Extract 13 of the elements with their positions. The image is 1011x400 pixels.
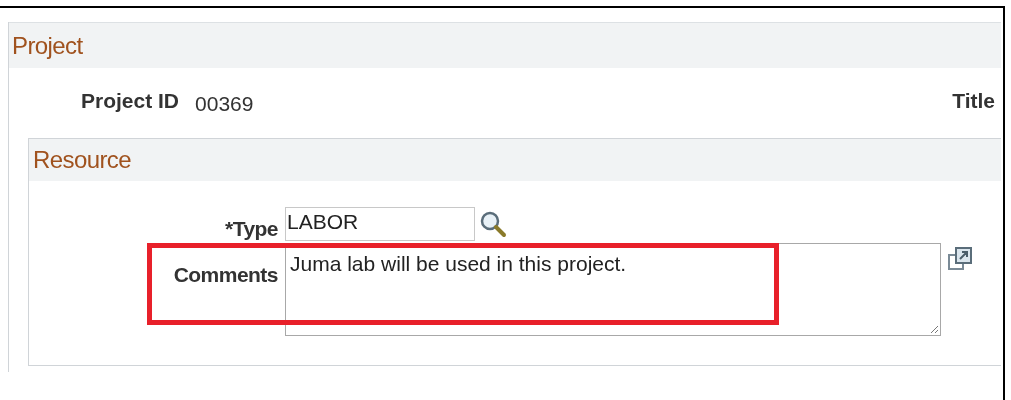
field-value: 00369: [195, 90, 254, 117]
section-title: Project: [12, 30, 83, 61]
resize-handle-icon: [930, 325, 939, 334]
comments-field[interactable]: Juma lab will be used in this project.: [285, 243, 941, 336]
type-field[interactable]: LABOR: [285, 207, 475, 241]
comments-text: Juma lab will be used in this project.: [290, 252, 627, 275]
search-icon[interactable]: [479, 210, 507, 238]
field-label: Project ID: [81, 87, 180, 114]
field-label: Title: [952, 87, 995, 114]
field-label: *Type: [225, 216, 278, 242]
field-label: Comments: [173, 261, 278, 288]
section-title: Resource: [33, 145, 131, 175]
expand-icon[interactable]: [947, 246, 973, 272]
